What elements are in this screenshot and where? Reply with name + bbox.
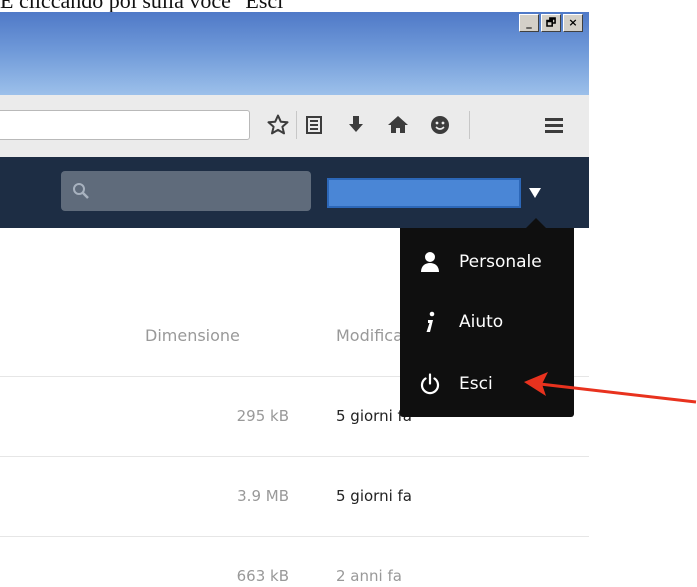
toolbar-separator xyxy=(296,111,297,139)
download-icon[interactable] xyxy=(344,113,368,137)
window-controls: _ 🗗 × xyxy=(519,14,583,32)
menu-pointer xyxy=(526,218,546,228)
star-bookmark-icon[interactable] xyxy=(266,113,290,137)
url-bar[interactable] xyxy=(0,110,250,140)
restore-button[interactable]: 🗗 xyxy=(541,14,561,32)
chat-smiley-icon[interactable] xyxy=(428,113,452,137)
power-icon xyxy=(420,373,440,395)
file-size: 3.9 MB xyxy=(237,487,289,505)
caret-down-icon[interactable] xyxy=(528,187,542,199)
menu-item-label: Aiuto xyxy=(459,312,504,332)
file-modified: 2 anni fa xyxy=(336,567,402,585)
home-icon[interactable] xyxy=(386,113,410,137)
annotation-arrow-icon xyxy=(524,372,697,404)
toolbar-separator xyxy=(469,111,470,139)
reading-list-icon[interactable] xyxy=(302,113,326,137)
browser-toolbar xyxy=(0,95,589,158)
search-icon xyxy=(73,183,89,199)
menu-item-label: Personale xyxy=(459,252,542,272)
caption-text: E cliccando poi sulla voce "Esci" xyxy=(0,0,293,13)
file-size: 295 kB xyxy=(236,407,289,425)
menu-item-label: Esci xyxy=(459,374,493,394)
menu-hamburger-icon[interactable] xyxy=(542,113,566,137)
minimize-button[interactable]: _ xyxy=(519,14,539,32)
file-size: 663 kB xyxy=(236,567,289,585)
column-header-size[interactable]: Dimensione xyxy=(145,326,240,345)
info-icon xyxy=(426,311,435,332)
file-row[interactable]: 663 kB 2 anni fa xyxy=(0,536,589,587)
column-header-modified[interactable]: Modifica xyxy=(336,326,403,345)
file-row[interactable]: 3.9 MB 5 giorni fa xyxy=(0,456,589,537)
person-icon xyxy=(421,252,439,272)
close-button[interactable]: × xyxy=(563,14,583,32)
menu-item-personale[interactable]: Personale xyxy=(400,234,574,290)
file-modified: 5 giorni fa xyxy=(336,487,412,505)
window-titlebar: _ 🗗 × xyxy=(0,12,589,95)
search-input[interactable] xyxy=(61,171,311,211)
menu-item-aiuto[interactable]: Aiuto xyxy=(400,294,574,350)
app-header xyxy=(0,157,589,228)
username-display[interactable] xyxy=(327,178,521,208)
